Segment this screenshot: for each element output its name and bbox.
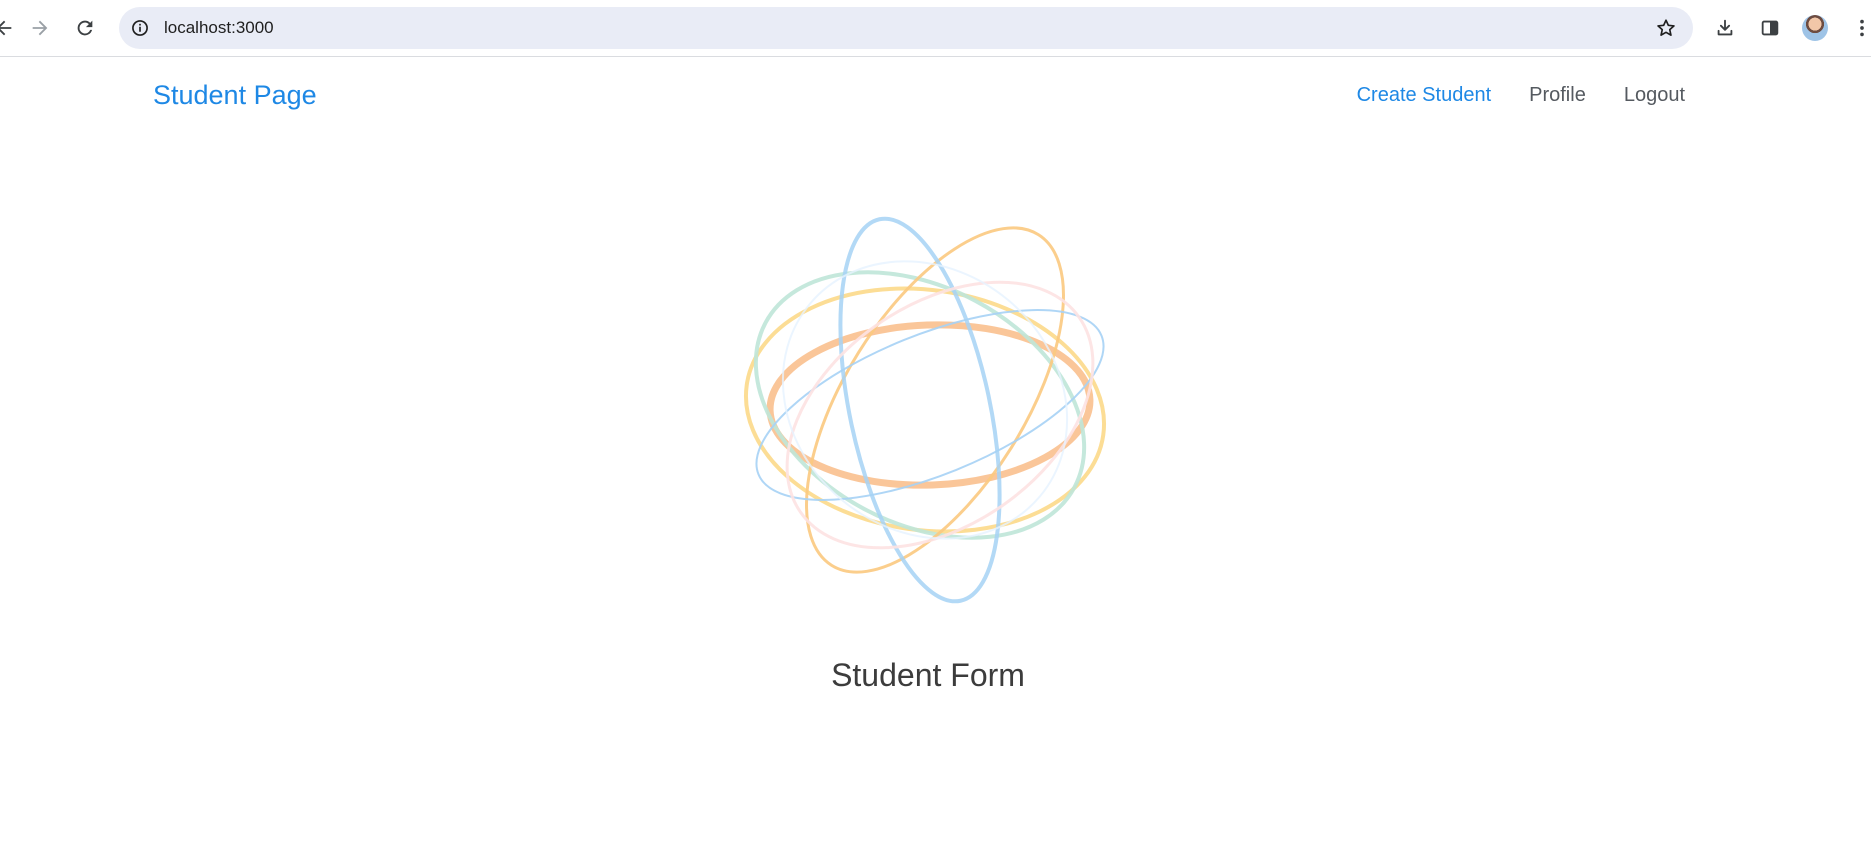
nav-link-logout[interactable]: Logout (1624, 83, 1685, 107)
url-text[interactable]: localhost:3000 (164, 17, 274, 39)
nav-links: Create Student Profile Logout (1357, 83, 1685, 107)
nav-link-create-student[interactable]: Create Student (1357, 83, 1492, 107)
browser-toolbar: localhost:3000 (0, 0, 1871, 57)
app-navbar: Student Page Create Student Profile Logo… (0, 57, 1871, 133)
nav-link-profile[interactable]: Profile (1529, 83, 1586, 107)
download-icon[interactable] (1707, 10, 1743, 46)
address-bar[interactable]: localhost:3000 (119, 7, 1693, 49)
info-icon[interactable] (128, 16, 152, 40)
back-arrow-icon[interactable] (0, 10, 22, 46)
avatar[interactable] (1802, 15, 1828, 41)
orbit-rings (743, 216, 1107, 604)
kebab-menu-icon[interactable] (1844, 10, 1871, 46)
orbit-illustration (743, 216, 1107, 604)
page-title: Student Form (831, 657, 1025, 693)
brand-link[interactable]: Student Page (153, 79, 317, 111)
forward-arrow-icon[interactable] (22, 10, 58, 46)
reload-icon[interactable] (67, 10, 103, 46)
side-panel-icon[interactable] (1752, 10, 1788, 46)
star-icon[interactable] (1654, 16, 1678, 40)
